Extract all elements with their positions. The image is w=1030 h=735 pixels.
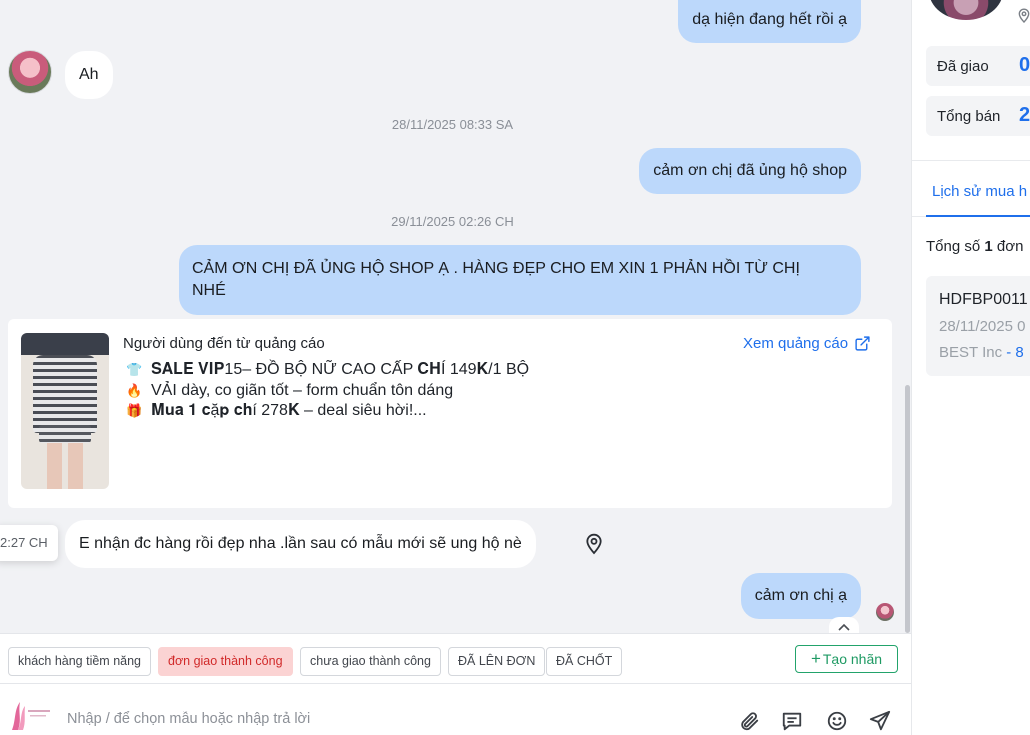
message-composer (0, 683, 911, 735)
order-card[interactable]: HDFBP0011 28/11/2025 0 BEST Inc - 8 (926, 276, 1030, 376)
stat-total-sold: Tổng bán 2 (926, 96, 1030, 136)
ad-description: 👕 𝐒𝐀𝐋𝐄 𝐕𝐈𝐏15– ĐỒ BỘ NỮ CAO CẤP 𝐂𝐇Í 149𝐊/… (126, 360, 529, 422)
message-outgoing: dạ hiện đang hết rồi ạ (678, 0, 861, 43)
ad-title: Người dùng đến từ quảng cáo (123, 335, 325, 352)
map-pin-icon[interactable] (584, 531, 604, 555)
ad-line-text: 𝐒𝐀𝐋𝐄 𝐕𝐈𝐏15– ĐỒ BỘ NỮ CAO CẤP 𝐂𝐇Í 149𝐊/1 … (151, 361, 530, 378)
customer-info-panel: Đã giao 0 Tổng bán 2 Lịch sử mua h Tổng … (911, 0, 1030, 735)
ad-product-image[interactable] (21, 333, 109, 489)
attach-icon[interactable] (738, 710, 760, 732)
order-total-count: Tổng số 1 đơn (926, 238, 1023, 255)
message-text-line: NHÉ (192, 282, 226, 299)
location-icon (1018, 8, 1030, 24)
emoji-icon[interactable] (826, 710, 848, 732)
quick-reply-icon[interactable] (781, 710, 803, 732)
message-text: cảm ơn chị ạ (754, 587, 847, 604)
ad-line: 👕 𝐒𝐀𝐋𝐄 𝐕𝐈𝐏15– ĐỒ BỘ NỮ CAO CẤP 𝐂𝐇Í 149𝐊/… (126, 360, 529, 381)
chat-panel: dạ hiện đang hết rồi ạ Ah 28/11/2025 08:… (0, 0, 911, 735)
tag-potential-customer[interactable]: khách hàng tiềm năng (8, 647, 152, 676)
gift-icon: 🎁 (126, 403, 143, 418)
chat-scrollbar[interactable] (905, 385, 910, 633)
ad-line-text: VẢI dày, co giãn tốt – form chuẩn tôn dá… (151, 381, 454, 399)
send-icon[interactable] (869, 710, 891, 732)
message-text: dạ hiện đang hết rồi ạ (692, 11, 847, 28)
order-date: 28/11/2025 0 (939, 318, 1026, 335)
shop-logo (12, 702, 50, 730)
stat-value: 2 (1019, 104, 1030, 126)
stat-label: Đã giao (937, 58, 989, 75)
tag-order-created[interactable]: ĐÃ LÊN ĐƠN (448, 647, 546, 676)
create-tag-button[interactable]: + Tạo nhãn (795, 645, 898, 673)
order-id: HDFBP0011 (939, 291, 1028, 308)
view-ad-link[interactable]: Xem quảng cáo (743, 335, 871, 352)
customer-avatar[interactable] (8, 50, 52, 94)
message-incoming: Ah (65, 51, 113, 99)
order-amount: - 8 (1002, 344, 1024, 361)
plus-icon: + (810, 649, 821, 668)
carrier-name: BEST Inc (939, 344, 1003, 361)
tab-active-indicator (926, 215, 1030, 217)
timestamp: 29/11/2025 02:26 CH (391, 214, 514, 229)
timestamp: 28/11/2025 08:33 SA (391, 117, 514, 132)
divider (912, 160, 1030, 161)
tag-delivered[interactable]: đơn giao thành công (158, 647, 293, 676)
ad-line-text: 𝐌𝐮𝐚 𝟏 𝐜ặ𝐩 𝐜𝐡í 278𝐊 – deal siêu hời!... (151, 402, 427, 419)
message-text: Ah (79, 66, 99, 83)
tag-closed[interactable]: ĐÃ CHỐT (546, 647, 623, 676)
stat-delivered: Đã giao 0 (926, 46, 1030, 86)
seen-avatar (876, 603, 894, 621)
total-suffix: đơn (992, 238, 1024, 255)
message-text: cảm ơn chị đã ủng hộ shop (653, 162, 847, 179)
stat-label: Tổng bán (937, 108, 1001, 125)
tab-purchase-history[interactable]: Lịch sử mua h (932, 183, 1027, 200)
message-input[interactable] (67, 711, 667, 727)
tag-bar: khách hàng tiềm năng đơn giao thành công… (0, 633, 911, 683)
total-count: 1 (984, 238, 993, 255)
message-outgoing: cảm ơn chị ạ (740, 573, 861, 619)
ad-line: 🔥 VẢI dày, co giãn tốt – form chuẩn tôn … (126, 381, 529, 402)
message-text: E nhận đc hàng rồi đẹp nha .lần sau có m… (79, 535, 522, 552)
tag-not-delivered[interactable]: chưa giao thành công (300, 647, 441, 676)
external-link-icon (855, 336, 870, 351)
total-prefix: Tổng số (926, 238, 985, 255)
chevron-up-icon (838, 623, 850, 631)
view-ad-label: Xem quảng cáo (743, 335, 849, 352)
message-outgoing: CẢM ƠN CHỊ ĐÃ ỦNG HỘ SHOP Ạ . HÀNG ĐẸP C… (179, 245, 861, 315)
order-carrier: BEST Inc - 8 (939, 344, 1024, 361)
ad-referral-card: Người dùng đến từ quảng cáo Xem quảng cá… (8, 319, 892, 508)
message-outgoing: cảm ơn chị đã ủng hộ shop (639, 148, 861, 194)
time-tooltip: 2:27 CH (0, 525, 58, 561)
message-incoming: E nhận đc hàng rồi đẹp nha .lần sau có m… (65, 520, 536, 568)
create-tag-label: Tạo nhãn (822, 651, 883, 667)
ad-line: 🎁 𝐌𝐮𝐚 𝟏 𝐜ặ𝐩 𝐜𝐡í 278𝐊 – deal siêu hời!... (126, 401, 529, 422)
stat-value: 0 (1019, 54, 1030, 76)
shirt-icon: 👕 (126, 362, 143, 377)
message-text-line: CẢM ƠN CHỊ ĐÃ ỦNG HỘ SHOP Ạ . HÀNG ĐẸP C… (192, 260, 800, 277)
fire-icon: 🔥 (126, 382, 143, 398)
customer-profile-avatar[interactable] (929, 0, 1003, 20)
